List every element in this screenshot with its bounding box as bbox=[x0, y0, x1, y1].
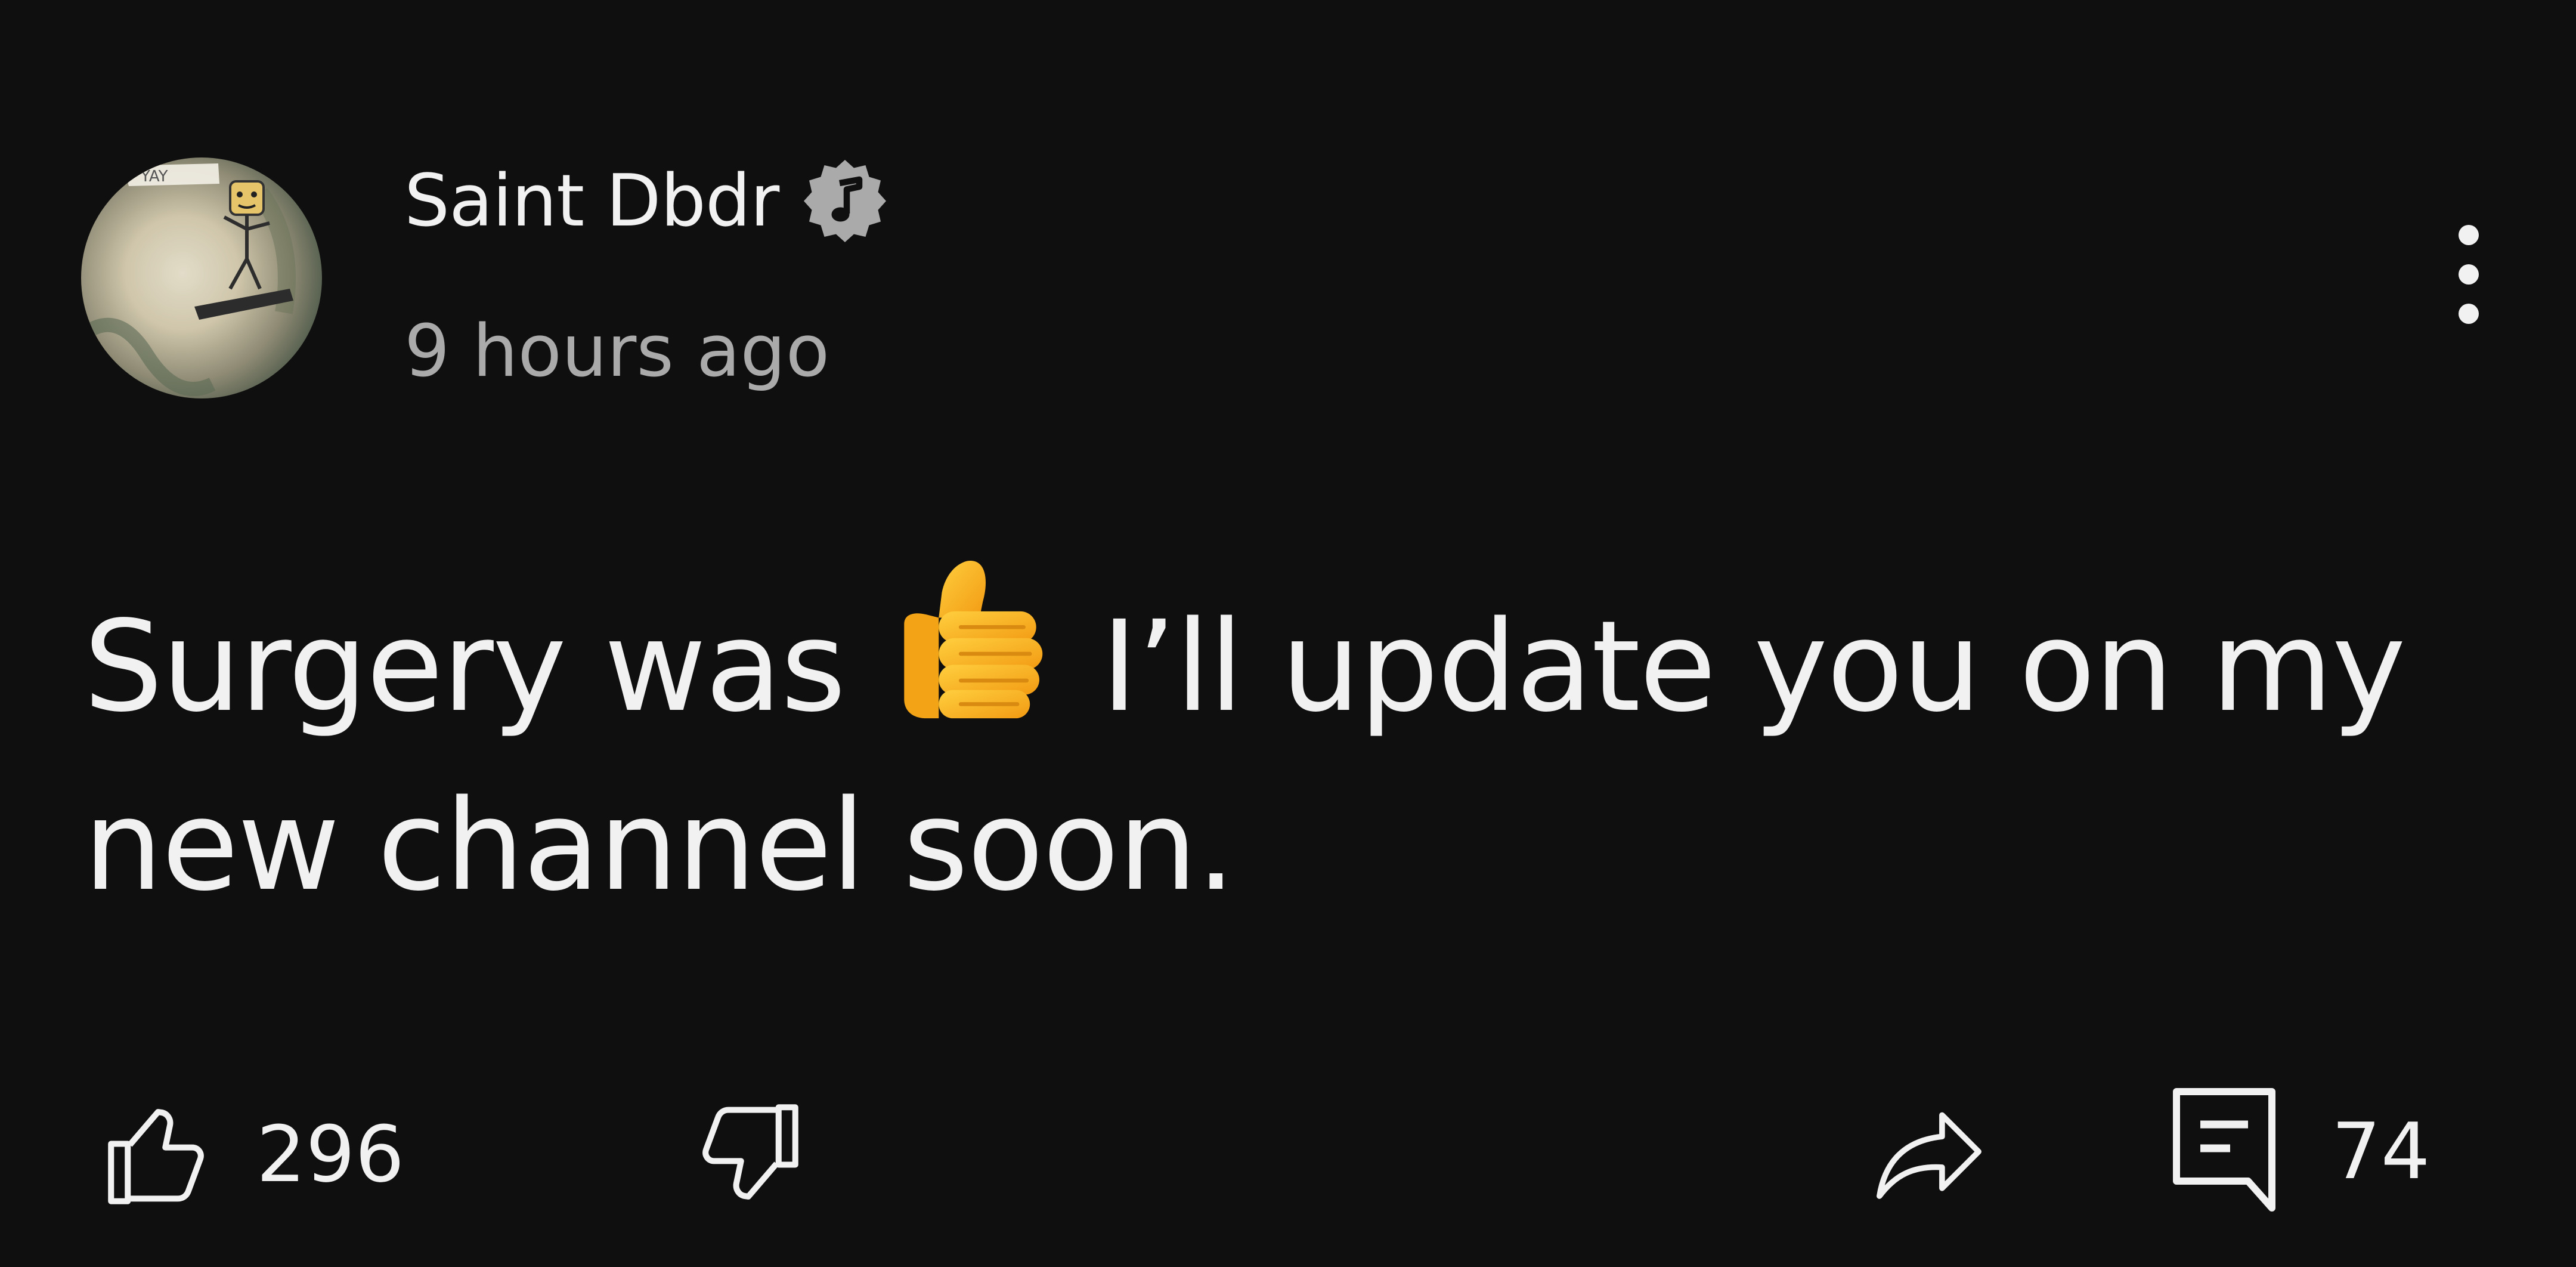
comments-button[interactable]: 74 bbox=[2165, 1080, 2430, 1223]
music-note-badge-icon bbox=[804, 160, 887, 242]
post-actions: 296 74 bbox=[0, 1062, 2576, 1229]
svg-text:YAY: YAY bbox=[140, 168, 168, 186]
post-text: Surgery was I’ll update you on my new ch… bbox=[83, 555, 2493, 935]
dislike-button[interactable] bbox=[686, 1092, 811, 1217]
like-count: 296 bbox=[256, 1109, 405, 1200]
share-arrow-icon bbox=[1877, 1112, 1981, 1199]
post-text-before-emoji: Surgery was bbox=[83, 594, 884, 740]
author-row: Saint Dbdr bbox=[404, 156, 890, 246]
avatar-image: YAY bbox=[81, 163, 296, 397]
comment-bubble-icon bbox=[2173, 1088, 2275, 1212]
post-timestamp: 9 hours ago bbox=[404, 310, 830, 393]
vertical-ellipsis-icon[interactable] bbox=[2433, 215, 2504, 334]
thumb-up-outline-icon bbox=[108, 1109, 204, 1204]
like-button[interactable]: 296 bbox=[95, 1092, 404, 1217]
thumbs-up-emoji-icon bbox=[903, 561, 1042, 719]
share-button[interactable] bbox=[1860, 1092, 1998, 1217]
comment-count: 74 bbox=[2332, 1106, 2431, 1197]
author-name[interactable]: Saint Dbdr bbox=[404, 160, 779, 243]
community-post: YAY Saint Dbdr 9 hours ago Surgery was I… bbox=[0, 0, 2576, 1267]
avatar[interactable]: YAY bbox=[81, 157, 322, 398]
thumb-down-outline-icon bbox=[702, 1104, 798, 1200]
